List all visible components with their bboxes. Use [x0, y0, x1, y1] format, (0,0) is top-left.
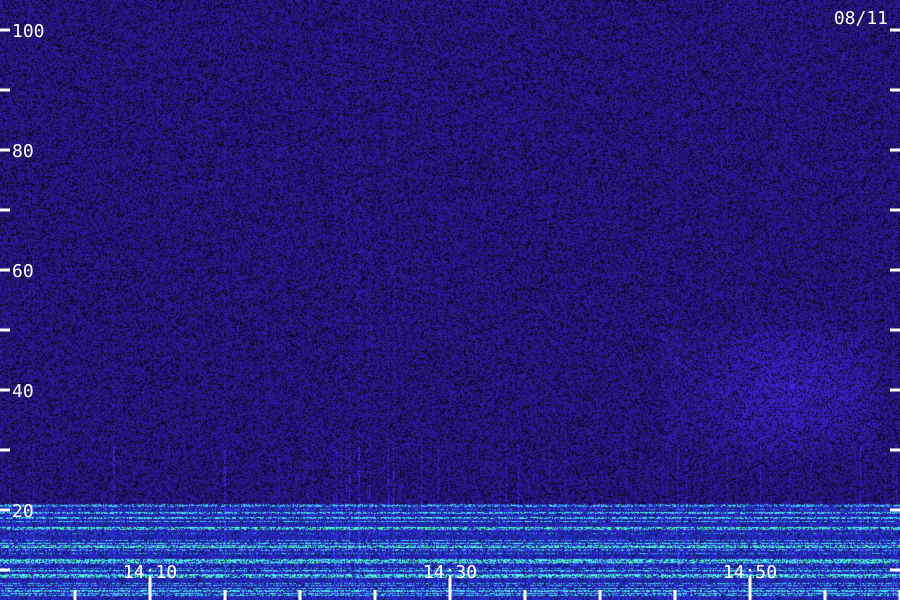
y-tick-label: 40 [12, 381, 34, 402]
x-tick-label: 14:30 [423, 562, 477, 583]
y-tick-label: 60 [12, 261, 34, 282]
chart-overlay: 100 80 60 40 20 14:10 14:30 14:50 08/11 [0, 8, 900, 600]
spectrogram-chart: 100 80 60 40 20 14:10 14:30 14:50 08/11 [0, 0, 900, 600]
y-axis-right [890, 28, 900, 572]
y-tick-label: 80 [12, 141, 34, 162]
x-tick-label: 14:50 [723, 562, 777, 583]
date-label: 08/11 [834, 8, 888, 29]
x-tick-label: 14:10 [123, 562, 177, 583]
y-axis-left: 100 80 60 40 20 [0, 21, 45, 572]
x-axis: 14:10 14:30 14:50 [73, 562, 900, 600]
y-tick-label: 20 [12, 501, 34, 522]
y-tick-label: 100 [12, 21, 45, 42]
